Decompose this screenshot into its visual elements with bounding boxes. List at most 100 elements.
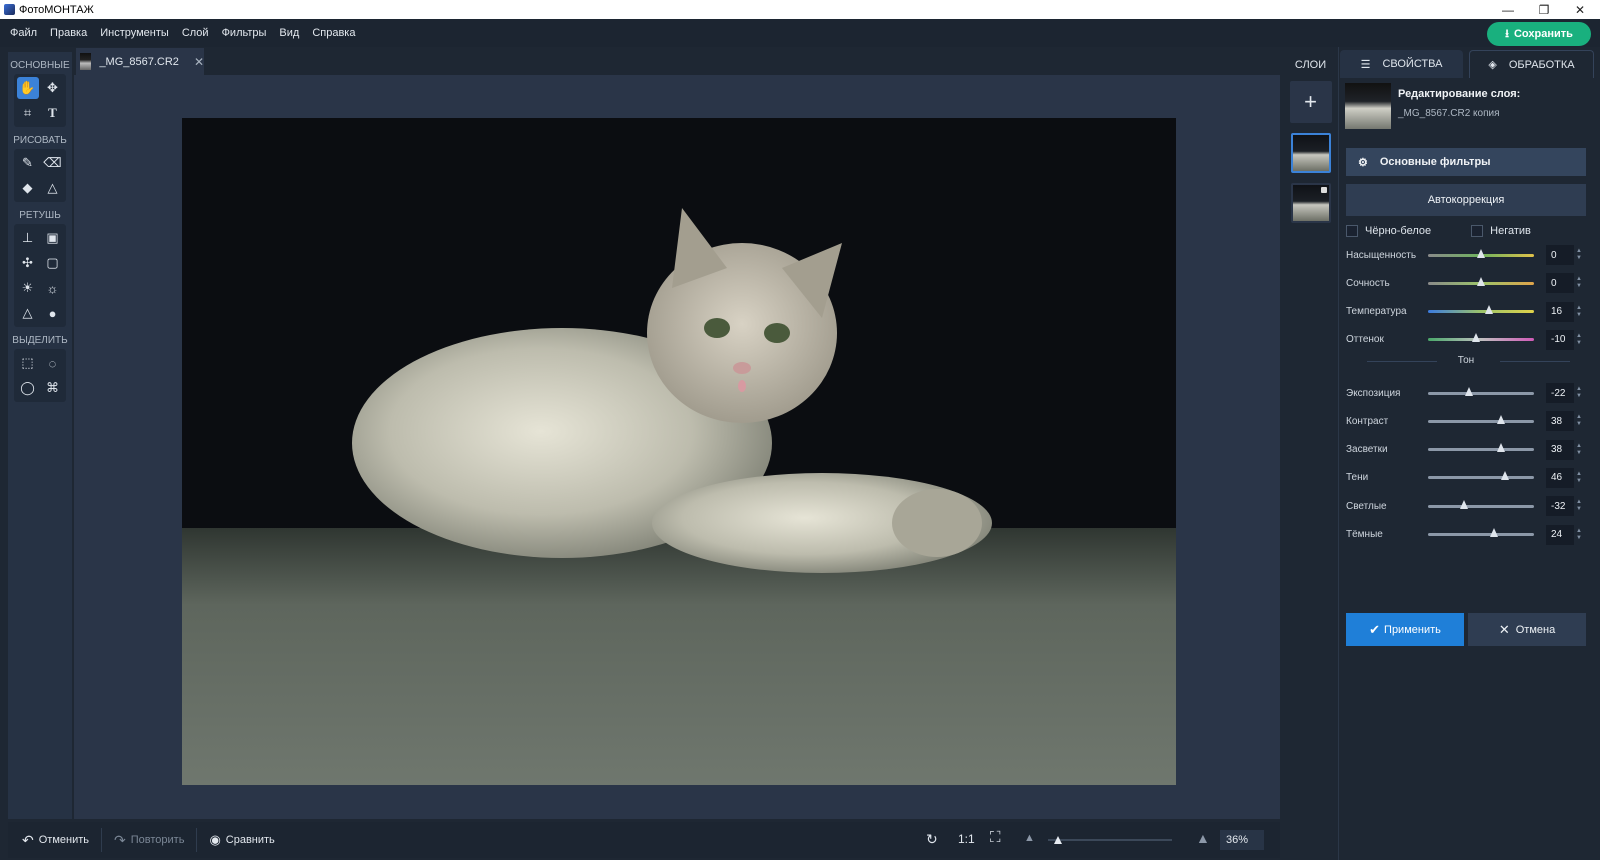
spinner-icon[interactable]: ▲ ▼ xyxy=(1576,276,1584,290)
layer-thumbnail-background[interactable] xyxy=(1290,183,1331,223)
negative-checkbox[interactable]: Негатив xyxy=(1471,222,1531,240)
spinner-icon[interactable]: ▲ ▼ xyxy=(1576,471,1584,485)
rect-select-icon[interactable]: ⬚ xyxy=(17,352,39,374)
slider-knob[interactable] xyxy=(1501,471,1510,481)
tab-processing[interactable]: ◈ ОБРАБОТКА xyxy=(1469,50,1594,78)
checkbox-box[interactable] xyxy=(1346,225,1358,237)
spinner-icon[interactable]: ▲ ▼ xyxy=(1576,499,1584,513)
slider-row-color-2: Температура 16 ▲ ▼ xyxy=(1346,300,1594,324)
spinner-icon[interactable]: ▲ ▼ xyxy=(1576,414,1584,428)
slider-track[interactable] xyxy=(1428,248,1534,258)
move-icon[interactable]: ✥ xyxy=(42,77,64,99)
blur-icon[interactable]: ● xyxy=(42,302,64,324)
slider-knob[interactable] xyxy=(1497,414,1506,424)
slider-value-input[interactable]: 38 xyxy=(1546,411,1574,432)
layer-thumbnail-copy[interactable] xyxy=(1290,133,1331,173)
slider-track[interactable] xyxy=(1428,414,1534,424)
slider-track[interactable] xyxy=(1428,471,1534,481)
spinner-icon[interactable]: ▲ ▼ xyxy=(1576,333,1584,347)
frame-icon[interactable]: ▢ xyxy=(42,252,64,274)
slider-track[interactable] xyxy=(1428,305,1534,315)
close-tab-icon[interactable]: ✕ xyxy=(194,55,204,69)
slider-knob[interactable] xyxy=(1471,333,1480,343)
polygon-lasso-icon[interactable]: ⌘ xyxy=(42,377,64,399)
slider-value-input[interactable]: 38 xyxy=(1546,439,1574,460)
slider-value-input[interactable]: 24 xyxy=(1546,524,1574,545)
compare-button[interactable]: ◉ Сравнить xyxy=(209,832,274,848)
slider-value-input[interactable]: -10 xyxy=(1546,329,1574,350)
fill-icon[interactable]: ◆ xyxy=(17,177,39,199)
slider-knob[interactable] xyxy=(1477,276,1485,286)
slider-value-input[interactable]: -22 xyxy=(1546,383,1574,403)
spinner-icon[interactable]: ▲ ▼ xyxy=(1576,443,1584,457)
slider-value-input[interactable]: 0 xyxy=(1546,245,1574,265)
brush-icon[interactable]: ✎ xyxy=(17,152,39,174)
slider-value-input[interactable]: -32 xyxy=(1546,496,1574,517)
slider-knob[interactable] xyxy=(1489,528,1498,537)
basic-filters-header[interactable]: ⚙ Основные фильтры xyxy=(1346,148,1586,176)
zoom-value[interactable]: 36% xyxy=(1220,830,1264,850)
ellipse-select-icon[interactable]: ◌ xyxy=(42,352,64,374)
rotate-icon[interactable]: ↻ xyxy=(926,831,938,848)
tab-properties[interactable]: ☰ СВОЙСТВА xyxy=(1340,50,1463,78)
spinner-icon[interactable]: ▲ ▼ xyxy=(1576,248,1584,262)
zoom-slider[interactable] xyxy=(1048,839,1172,841)
menu-filters[interactable]: Фильтры xyxy=(222,27,267,39)
restore-button[interactable]: ❐ xyxy=(1526,0,1562,19)
zoom-out-icon[interactable]: ▲ xyxy=(1024,832,1035,844)
slider-value-input[interactable]: 0 xyxy=(1546,273,1574,294)
text-icon[interactable]: T xyxy=(42,102,64,124)
slider-knob[interactable] xyxy=(1485,305,1494,315)
menu-edit[interactable]: Правка xyxy=(50,27,87,39)
sharpen-icon[interactable]: △ xyxy=(17,302,39,324)
autocorrection-button[interactable]: Автокоррекция xyxy=(1346,184,1586,216)
checkbox-box[interactable] xyxy=(1471,225,1484,237)
cancel-button[interactable]: ✕ Отмена xyxy=(1468,613,1586,646)
save-button[interactable]: ⭳ Сохранить xyxy=(1487,22,1591,46)
slider-knob[interactable] xyxy=(1477,248,1485,258)
menu-help[interactable]: Справка xyxy=(312,27,355,39)
spinner-icon[interactable]: ▲ ▼ xyxy=(1576,528,1584,542)
photo-canvas[interactable] xyxy=(182,118,1176,785)
one-to-one-button[interactable]: 1:1 xyxy=(958,832,975,846)
crop-icon[interactable]: ⌗ xyxy=(17,102,39,124)
menu-file[interactable]: Файл xyxy=(10,27,37,39)
hand-icon[interactable]: ✋ xyxy=(16,77,39,99)
spinner-icon[interactable]: ▲ ▼ xyxy=(1576,386,1584,400)
menu-tools[interactable]: Инструменты xyxy=(100,27,169,39)
zoom-slider-knob[interactable] xyxy=(1054,836,1062,844)
slider-track[interactable] xyxy=(1428,386,1534,396)
layer-preview xyxy=(1345,83,1391,129)
stamp-icon[interactable]: ⊥ xyxy=(17,227,39,249)
undo-button[interactable]: ↶ Отменить xyxy=(22,832,89,849)
slider-track[interactable] xyxy=(1428,333,1534,343)
document-tab[interactable]: _MG_8567.CR2 ✕ xyxy=(76,48,204,75)
darken-icon[interactable]: ☼ xyxy=(42,277,64,299)
zoom-in-icon[interactable]: ▲ xyxy=(1196,830,1210,846)
slider-knob[interactable] xyxy=(1465,386,1474,396)
slider-value-input[interactable]: 16 xyxy=(1546,301,1574,322)
menu-view[interactable]: Вид xyxy=(279,27,299,39)
spinner-icon[interactable]: ▲ ▼ xyxy=(1576,305,1584,319)
slider-track[interactable] xyxy=(1428,528,1534,537)
menu-layer[interactable]: Слой xyxy=(182,27,209,39)
add-layer-button[interactable]: + xyxy=(1289,81,1332,123)
apply-button[interactable]: ✔ Применить xyxy=(1346,613,1464,646)
redo-button[interactable]: ↷ Повторить xyxy=(114,832,184,849)
patch-icon[interactable]: ▣ xyxy=(42,227,64,249)
healing-icon[interactable]: ✣ xyxy=(17,252,39,274)
close-window-button[interactable]: ✕ xyxy=(1562,0,1598,19)
slider-value-input[interactable]: 46 xyxy=(1546,467,1574,488)
fit-screen-icon[interactable]: ⛶ xyxy=(990,829,1001,846)
eraser-icon[interactable]: ⌫ xyxy=(42,152,64,174)
slider-knob[interactable] xyxy=(1497,443,1506,453)
bw-checkbox[interactable]: Чёрно-белое xyxy=(1346,222,1431,240)
shapes-icon[interactable]: △ xyxy=(42,177,64,199)
lighten-icon[interactable]: ☀ xyxy=(17,277,39,299)
slider-knob[interactable] xyxy=(1460,499,1469,509)
slider-track[interactable] xyxy=(1428,443,1534,453)
minimize-button[interactable]: — xyxy=(1490,0,1526,19)
lasso-icon[interactable]: ◯ xyxy=(17,377,39,399)
slider-track[interactable] xyxy=(1428,499,1534,509)
slider-track[interactable] xyxy=(1428,276,1534,286)
